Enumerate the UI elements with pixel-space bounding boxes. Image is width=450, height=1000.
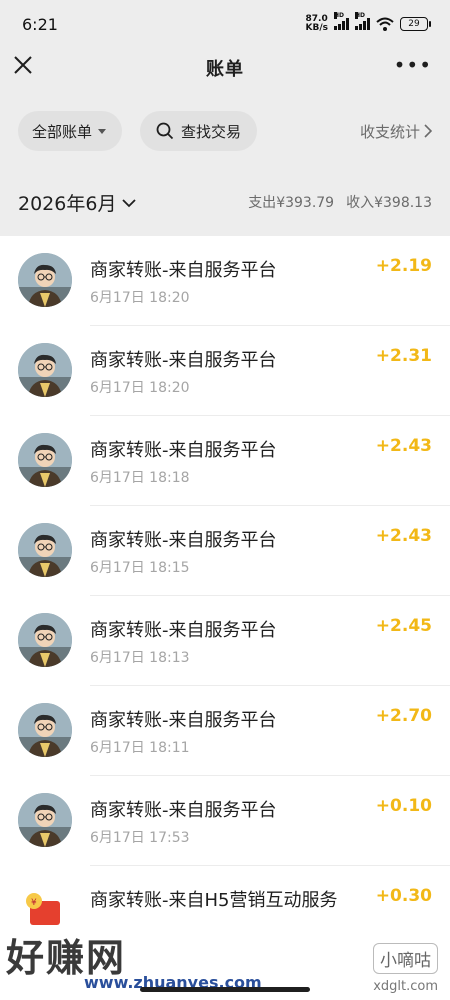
status-time: 6:21 (22, 14, 58, 34)
transaction-title: 商家转账-来自服务平台 (90, 620, 277, 641)
cellular-signal-icon: HD (334, 12, 349, 30)
merchant-avatar (18, 343, 72, 397)
merchant-avatar (18, 523, 72, 577)
month-selector[interactable]: 2026年6月 (18, 189, 137, 216)
transaction-row[interactable]: 商家转账-来自服务平台 6月17日 18:13 +2.45 (0, 596, 450, 686)
transaction-amount: +2.70 (375, 706, 432, 726)
all-bills-label: 全部账单 (32, 122, 93, 141)
page-title: 账单 (206, 59, 244, 80)
more-options-icon[interactable]: ••• (394, 55, 432, 75)
status-icons: 87.0 KB/s HD HD 29 (306, 12, 431, 33)
transaction-title: 商家转账-来自服务平台 (90, 710, 277, 731)
status-bar: 6:21 87.0 KB/s HD HD 29 (0, 0, 450, 48)
close-icon[interactable] (12, 54, 34, 76)
title-bar: 账单 ••• (0, 48, 450, 88)
transaction-time: 6月17日 18:15 (90, 560, 190, 576)
merchant-avatar (18, 793, 72, 847)
network-speed-unit: KB/s (305, 23, 328, 33)
transaction-amount: +2.45 (375, 616, 432, 636)
battery-icon: 29 (400, 17, 431, 31)
transaction-time: 6月17日 18:18 (90, 470, 190, 486)
transaction-time: 6月17日 18:20 (90, 380, 190, 396)
cellular-signal-2-icon: HD (355, 12, 370, 30)
transaction-title: 商家转账-来自服务平台 (90, 440, 277, 461)
expense-amount: ¥393.79 (276, 195, 335, 211)
expense-label: 支出 (248, 195, 277, 211)
merchant-avatar (18, 613, 72, 667)
expense-summary: 支出¥393.79 (248, 192, 334, 212)
merchant-avatar (18, 433, 72, 487)
stats-label: 收支统计 (359, 122, 420, 141)
transaction-time: 6月17日 18:13 (90, 650, 190, 666)
transaction-title: 商家转账-来自服务平台 (90, 530, 277, 551)
transaction-list: 商家转账-来自服务平台 6月17日 18:20 +2.19 商家转账-来自服务平… (0, 236, 450, 1000)
transaction-title: 商家转账-来自服务平台 (90, 350, 277, 371)
transaction-row[interactable]: 商家转账-来自服务平台 6月17日 18:15 +2.43 (0, 506, 450, 596)
battery-level: 29 (408, 19, 420, 29)
search-transactions-label: 查找交易 (181, 122, 242, 141)
signal-hd-label: HD (334, 12, 345, 19)
chevron-down-icon (122, 198, 137, 207)
transaction-row[interactable]: 商家转账-来自服务平台 6月17日 18:18 +2.43 (0, 416, 450, 506)
income-summary: 收入¥398.13 (346, 192, 432, 212)
transaction-row[interactable]: 商家转账-来自服务平台 6月17日 18:11 +2.70 (0, 686, 450, 776)
transaction-amount: +0.10 (375, 796, 432, 816)
transaction-title: 商家转账-来自H5营销互动服务 (90, 890, 338, 911)
transaction-amount: +0.30 (375, 886, 432, 906)
transaction-time: 6月17日 18:20 (90, 290, 190, 306)
watermark-badge: 小嘀咕 (373, 943, 438, 974)
transaction-row[interactable]: 商家转账-来自服务平台 6月17日 17:53 +0.10 (0, 776, 450, 866)
transaction-time: 6月17日 17:53 (90, 830, 190, 846)
transaction-amount: +2.43 (375, 436, 432, 456)
filter-row: 全部账单 查找交易 收支统计 (18, 111, 432, 151)
svg-text:¥: ¥ (31, 898, 37, 908)
income-expense-stats-link[interactable]: 收支统计 (360, 121, 432, 142)
transaction-amount: +2.31 (375, 346, 432, 366)
search-icon (156, 122, 174, 140)
month-label: 2026年6月 (18, 192, 117, 215)
home-indicator[interactable] (140, 987, 310, 992)
signal-hd-label-2: HD (355, 12, 366, 19)
transaction-amount: +2.43 (375, 526, 432, 546)
network-speed: 87.0 KB/s (306, 15, 328, 33)
month-summary: 支出¥393.79 收入¥398.13 (248, 192, 432, 212)
transaction-row[interactable]: 商家转账-来自服务平台 6月17日 18:20 +2.19 (0, 236, 450, 326)
merchant-avatar (18, 703, 72, 757)
search-transactions-button[interactable]: 查找交易 (140, 111, 257, 151)
transaction-title: 商家转账-来自服务平台 (90, 260, 277, 281)
transaction-amount: +2.19 (375, 256, 432, 276)
income-label: 收入 (346, 195, 375, 211)
watermark-url-2: xdglt.com (373, 979, 438, 994)
wifi-icon (376, 17, 394, 31)
month-header: 2026年6月 支出¥393.79 收入¥398.13 (18, 178, 432, 226)
transaction-row[interactable]: 商家转账-来自服务平台 6月17日 18:20 +2.31 (0, 326, 450, 416)
caret-down-icon (98, 128, 107, 134)
transaction-time: 6月17日 18:11 (90, 740, 190, 756)
income-amount: ¥398.13 (374, 195, 432, 211)
transaction-title: 商家转账-来自服务平台 (90, 800, 277, 821)
merchant-avatar (18, 253, 72, 307)
chevron-right-icon (424, 124, 432, 138)
all-bills-dropdown[interactable]: 全部账单 (18, 111, 122, 151)
